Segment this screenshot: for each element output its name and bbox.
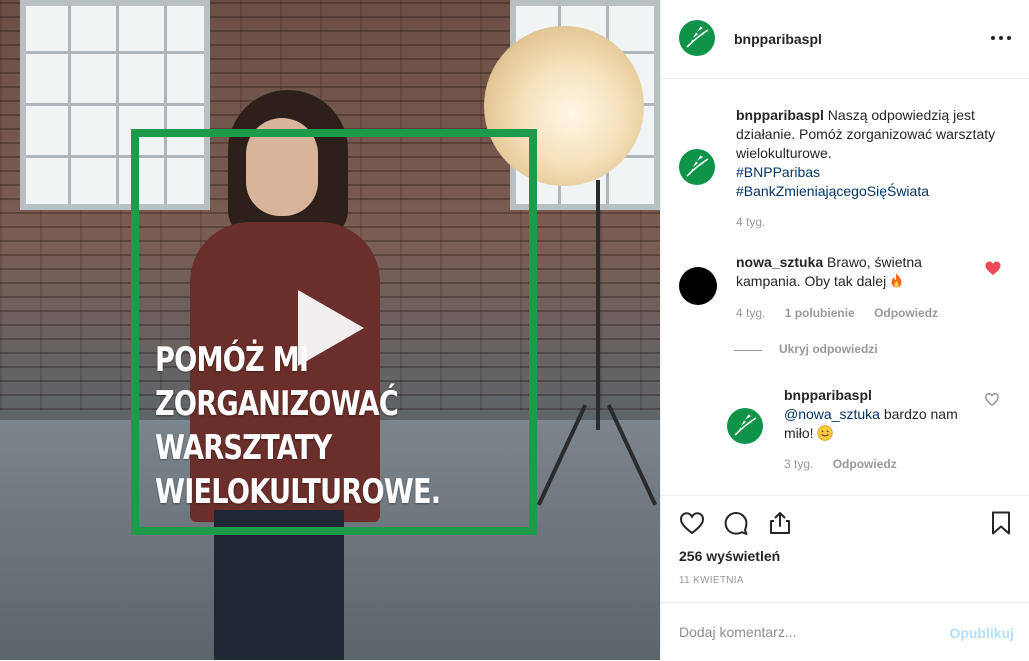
mention-link[interactable]: @nowa_sztuka [784, 406, 880, 422]
comment-time: 4 tyg. [736, 306, 766, 320]
fire-icon [891, 273, 902, 288]
reply-username[interactable]: bnpparibaspl [784, 386, 964, 405]
header-username[interactable]: bnpparibaspl [734, 31, 822, 47]
heart-icon[interactable] [679, 510, 705, 536]
reply-comment: bnpparibaspl @nowa_sztuka bardzo nam mił… [784, 386, 964, 443]
reply-link[interactable]: Odpowiedz [874, 306, 938, 320]
post-side-panel: bnpparibaspl bnpparibaspl Naszą odpowied… [660, 0, 1029, 660]
comment-username[interactable]: nowa_sztuka [736, 254, 823, 270]
view-count[interactable]: 256 wyświetleń [679, 548, 780, 564]
liked-heart-icon[interactable] [985, 261, 1001, 276]
lamp-stand [596, 180, 600, 430]
hide-replies-button[interactable]: Ukryj odpowiedzi [779, 342, 878, 356]
play-icon[interactable] [298, 290, 364, 366]
smiling-face-icon [817, 425, 834, 441]
comment-meta: 4 tyg. 1 polubienie Odpowiedz [736, 306, 938, 320]
reply-link[interactable]: Odpowiedz [833, 457, 897, 471]
comments-section[interactable]: bnpparibaspl Naszą odpowiedzią jest dzia… [661, 79, 1029, 495]
caption-meta: 4 tyg. [736, 215, 765, 229]
hashtag-link[interactable]: #BankZmieniającegoSięŚwiata [736, 182, 1008, 201]
post-video[interactable]: POMÓŻ MI ZORGANIZOWAĆ WARSZTATY WIELOKUL… [0, 0, 660, 660]
hashtag-link[interactable]: #BNPParibas [736, 163, 1008, 182]
commenter-avatar[interactable] [679, 267, 717, 305]
comment-likes[interactable]: 1 polubienie [785, 306, 855, 320]
caption: bnpparibaspl Naszą odpowiedzią jest dzia… [736, 106, 1008, 201]
more-horizontal-icon[interactable] [990, 28, 1012, 46]
publish-button[interactable]: Opublikuj [949, 625, 1014, 641]
divider-line [734, 350, 762, 351]
add-comment-bar: Opublikuj [661, 602, 1029, 661]
share-icon[interactable] [767, 510, 793, 536]
comment-input[interactable] [679, 617, 919, 647]
post-date[interactable]: 11 KWIETNIA [679, 575, 744, 586]
reply-time: 3 tyg. [784, 457, 814, 471]
heart-outline-icon[interactable] [985, 393, 999, 406]
post-header: bnpparibaspl [661, 0, 1029, 79]
bnp-logo-avatar[interactable] [679, 20, 715, 56]
bookmark-icon[interactable] [988, 510, 1014, 536]
caption-username[interactable]: bnpparibaspl [736, 107, 824, 123]
reply-meta: 3 tyg. Odpowiedz [784, 457, 897, 471]
caption-time: 4 tyg. [736, 215, 766, 229]
comment: nowa_sztuka Brawo, świetna kampania. Oby… [736, 253, 976, 291]
action-bar: 256 wyświetleń 11 KWIETNIA [661, 495, 1029, 606]
comment-icon[interactable] [723, 510, 749, 536]
caption-avatar[interactable] [679, 149, 715, 185]
reply-avatar[interactable] [727, 408, 763, 444]
